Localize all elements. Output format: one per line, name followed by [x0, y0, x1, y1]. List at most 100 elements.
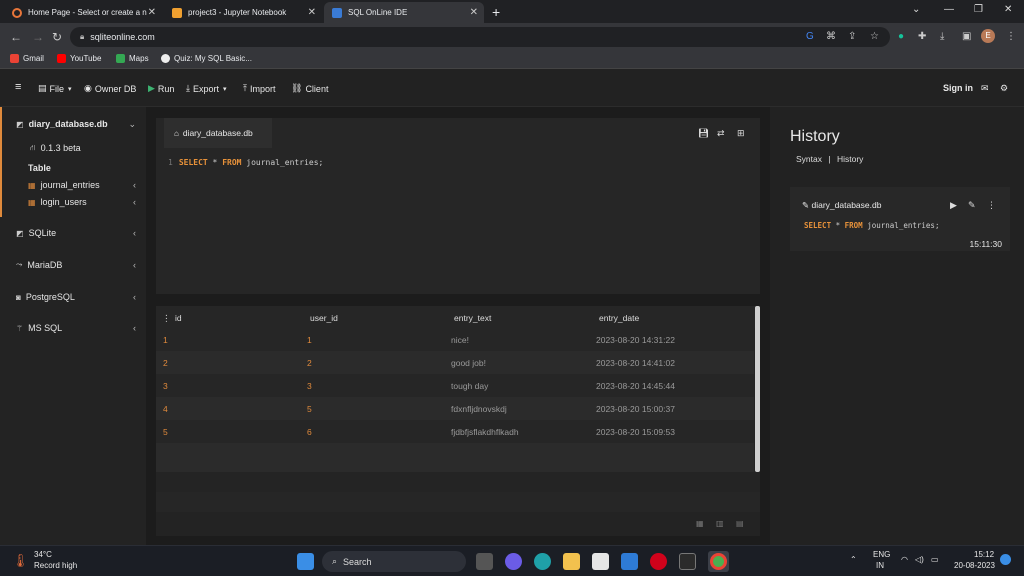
- notification-icon[interactable]: [1000, 554, 1011, 565]
- language-code[interactable]: ENG: [873, 550, 890, 559]
- sidebar-item-sqlite[interactable]: ◩ SQLite: [16, 228, 56, 238]
- grammarly-icon[interactable]: ●: [898, 31, 904, 42]
- import-button[interactable]: ⤒ Import: [243, 83, 276, 94]
- tab-sql-online[interactable]: SQL OnLine IDE ✕: [324, 2, 484, 23]
- close-tab-icon[interactable]: ✕: [148, 7, 156, 18]
- wifi-icon[interactable]: ◠: [901, 555, 908, 564]
- microsoft-store-icon[interactable]: [592, 553, 609, 570]
- minimize-icon[interactable]: —: [944, 4, 954, 15]
- sql-code-line[interactable]: 1 SELECT * FROM journal_entries;: [168, 158, 323, 167]
- table-row[interactable]: 2 2 good job! 2023-08-20 14:41:02: [156, 351, 754, 374]
- sidebar-item-journal-entries[interactable]: ▦ journal_entries: [28, 180, 100, 190]
- bookmark-youtube[interactable]: YouTube: [57, 54, 101, 63]
- region-code[interactable]: IN: [876, 561, 884, 570]
- chevron-left-icon[interactable]: ‹: [133, 292, 136, 302]
- syntax-link[interactable]: Syntax: [796, 154, 822, 164]
- chevron-up-icon[interactable]: ⌃: [850, 555, 857, 564]
- extensions-icon[interactable]: ✚: [918, 31, 926, 42]
- clock-time[interactable]: 15:12: [974, 550, 994, 559]
- file-menu[interactable]: ▤ File ▾: [38, 83, 72, 94]
- sidebar-item-login-users[interactable]: ▦ login_users: [28, 197, 87, 207]
- add-tab-icon[interactable]: ⊞: [737, 128, 745, 139]
- bookmark-quiz[interactable]: Quiz: My SQL Basic...: [161, 54, 252, 63]
- profile-avatar[interactable]: E: [981, 29, 995, 43]
- chevron-left-icon[interactable]: ‹: [133, 323, 136, 333]
- owner-db-button[interactable]: ◉ Owner DB: [84, 83, 136, 94]
- run-button[interactable]: ▶ Run: [148, 83, 174, 94]
- sidebar-item-mariadb[interactable]: ⤳ MariaDB: [16, 260, 62, 270]
- battery-icon[interactable]: ▭: [931, 555, 939, 564]
- table-row[interactable]: 3 3 tough day 2023-08-20 14:45:44: [156, 374, 754, 397]
- tab-search-icon[interactable]: ⌄: [912, 4, 920, 15]
- task-view-icon[interactable]: [476, 553, 493, 570]
- client-button[interactable]: ⛓ Client: [291, 83, 328, 94]
- table-row[interactable]: 5 6 fjdbfjsflakdhflkadh 2023-08-20 15:09…: [156, 420, 754, 443]
- chevron-down-icon[interactable]: ⌄: [128, 119, 136, 130]
- browser-menu-icon[interactable]: ⋮: [1006, 31, 1016, 42]
- history-entry[interactable]: ✎ diary_database.db ▶ ✎ ⋮ SELECT * FROM …: [790, 187, 1010, 251]
- sidepanel-icon[interactable]: ▣: [962, 31, 971, 42]
- bookmark-gmail[interactable]: Gmail: [10, 54, 44, 63]
- play-icon[interactable]: ▶: [950, 200, 957, 211]
- tab-jupyter[interactable]: project3 - Jupyter Notebook ✕: [164, 2, 322, 23]
- forward-arrow-icon[interactable]: →: [32, 30, 44, 44]
- chevron-left-icon[interactable]: ‹: [133, 260, 136, 270]
- download-icon[interactable]: ⤓: [940, 31, 944, 42]
- speaker-icon[interactable]: ◁): [915, 555, 924, 564]
- windows-start-icon[interactable]: [297, 553, 314, 570]
- chrome-icon[interactable]: [710, 553, 727, 570]
- editor-tab[interactable]: ⌂ diary_database.db: [164, 118, 272, 148]
- chevron-left-icon[interactable]: ‹: [133, 197, 136, 207]
- refresh-icon[interactable]: ⇄: [717, 128, 725, 139]
- close-window-icon[interactable]: ✕: [1004, 4, 1012, 15]
- column-header[interactable]: id: [175, 313, 182, 323]
- history-link[interactable]: History: [837, 154, 863, 164]
- reload-icon[interactable]: ↻: [52, 30, 62, 44]
- column-header[interactable]: user_id: [310, 313, 338, 323]
- weather-temp[interactable]: 34°C: [34, 550, 52, 559]
- tab-home-page[interactable]: Home Page - Select or create a n ✕: [4, 2, 162, 23]
- url-field[interactable]: 🔒︎ sqliteonline.com: [70, 27, 890, 47]
- json-view-icon[interactable]: ▤: [736, 519, 744, 528]
- mail-app-icon[interactable]: [621, 553, 638, 570]
- opera-icon[interactable]: [650, 553, 667, 570]
- table-row[interactable]: 4 5 fdxnfljdnovskdj 2023-08-20 15:00:37: [156, 397, 754, 420]
- column-header[interactable]: entry_text: [454, 313, 491, 323]
- share-icon[interactable]: ⇪: [848, 31, 856, 42]
- back-arrow-icon[interactable]: ←: [10, 30, 22, 44]
- clock-date[interactable]: 20-08-2023: [954, 561, 995, 570]
- google-icon[interactable]: G: [806, 31, 814, 42]
- more-options-icon[interactable]: ⋮: [987, 200, 996, 211]
- taskbar-search[interactable]: ⌕ Search: [322, 551, 466, 572]
- column-menu-icon[interactable]: ⋮: [162, 313, 171, 324]
- mail-icon[interactable]: ✉: [981, 83, 989, 94]
- new-tab-icon[interactable]: +: [492, 4, 500, 20]
- table-row[interactable]: 1 1 nice! 2023-08-20 14:31:22: [156, 328, 754, 351]
- close-tab-icon[interactable]: ✕: [470, 7, 478, 18]
- edge-icon[interactable]: [534, 553, 551, 570]
- column-header[interactable]: entry_date: [599, 313, 639, 323]
- teams-chat-icon[interactable]: [505, 553, 522, 570]
- save-icon[interactable]: 💾︎: [698, 128, 709, 139]
- chart-view-icon[interactable]: ▥: [716, 519, 724, 528]
- sidebar-item-diary-db[interactable]: ◩ diary_database.db: [16, 119, 108, 129]
- file-explorer-icon[interactable]: [563, 553, 580, 570]
- settings-gear-icon[interactable]: ⚙: [1000, 83, 1008, 94]
- weather-desc[interactable]: Record high: [34, 561, 77, 570]
- hamburger-menu-icon[interactable]: ≡: [15, 81, 21, 93]
- sidebar-item-postgresql[interactable]: ◙ PostgreSQL: [16, 292, 75, 302]
- results-scrollbar[interactable]: [755, 306, 760, 472]
- export-menu[interactable]: ⤓ Export ▾: [186, 83, 227, 94]
- bookmark-star-icon[interactable]: ☆: [870, 31, 879, 42]
- restore-icon[interactable]: ❐: [974, 4, 983, 15]
- sidebar-item-mssql[interactable]: ⚚ MS SQL: [16, 323, 62, 333]
- chevron-left-icon[interactable]: ‹: [133, 180, 136, 190]
- chevron-left-icon[interactable]: ‹: [133, 228, 136, 238]
- sign-in-link[interactable]: Sign in: [943, 83, 973, 93]
- close-tab-icon[interactable]: ✕: [308, 7, 316, 18]
- grid-view-icon[interactable]: ▦: [696, 519, 704, 528]
- translate-icon[interactable]: ⌘: [826, 31, 836, 42]
- edit-icon[interactable]: ✎: [968, 200, 976, 211]
- bookmark-maps[interactable]: Maps: [116, 54, 149, 63]
- terminal-icon[interactable]: [679, 553, 696, 570]
